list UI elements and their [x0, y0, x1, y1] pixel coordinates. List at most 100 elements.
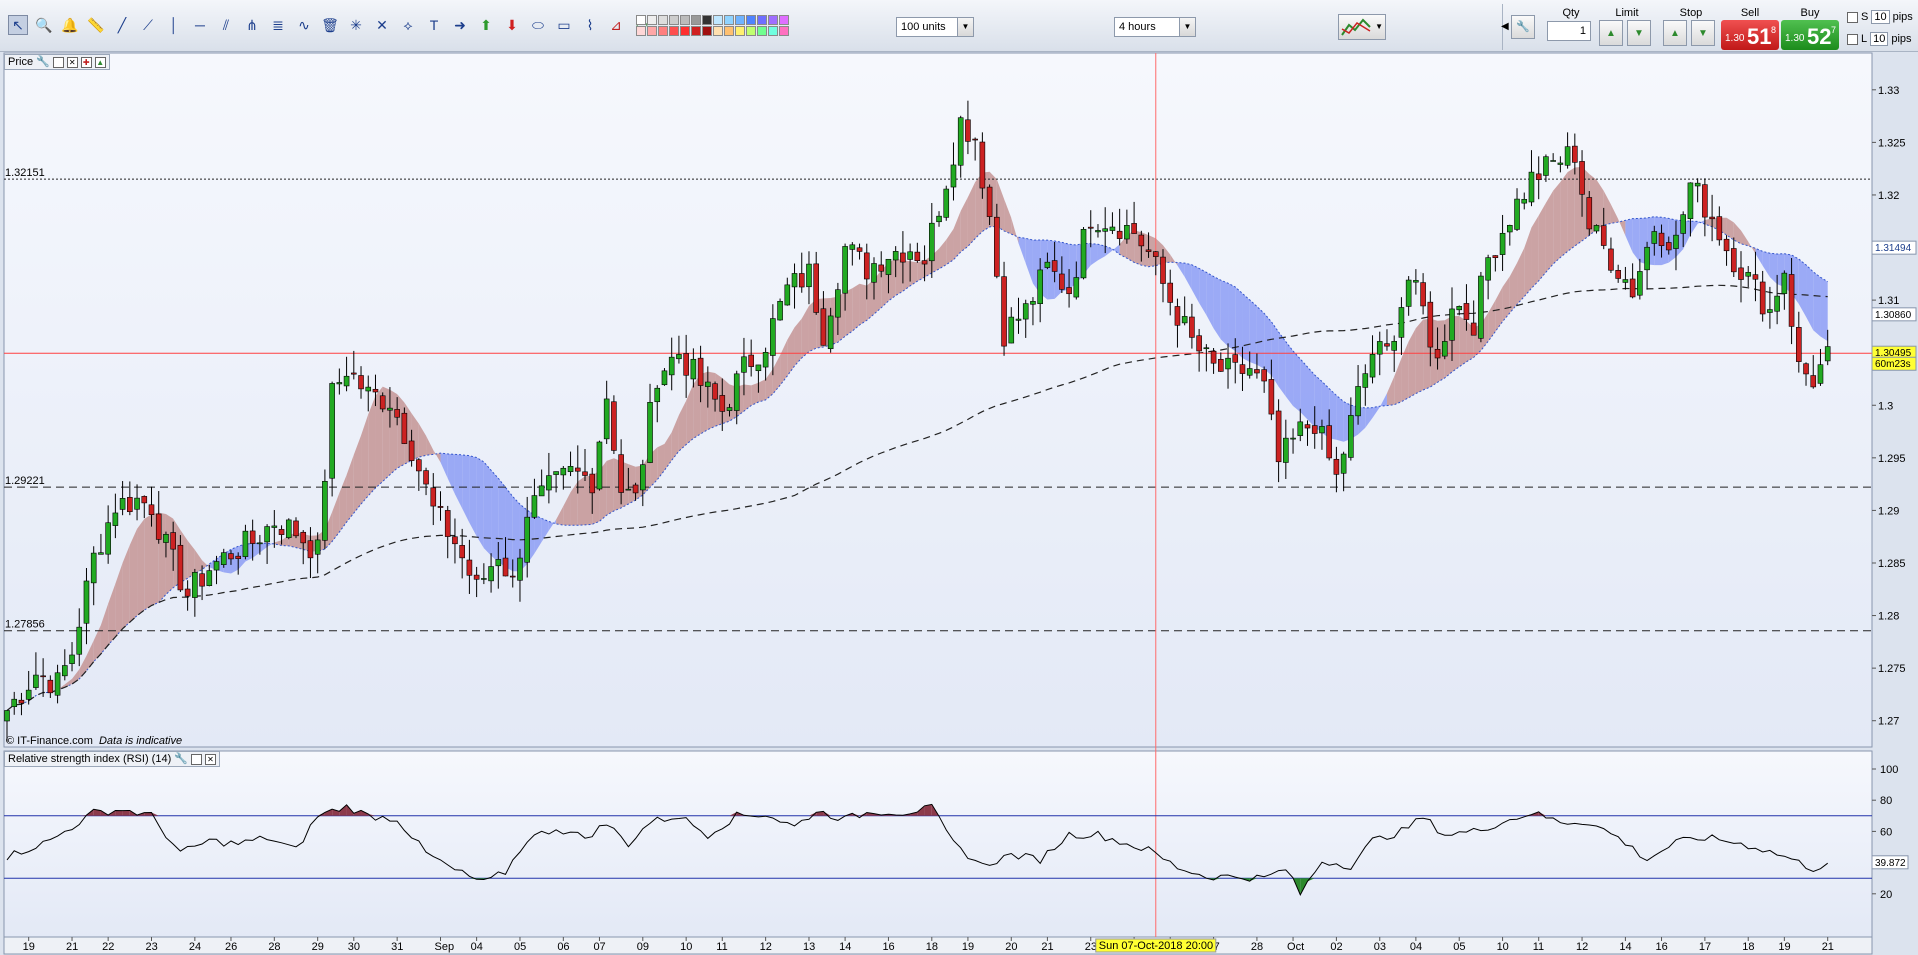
cloud-bull-segment — [852, 283, 860, 332]
color-swatch[interactable] — [724, 26, 734, 36]
cloud-bull-segment — [1531, 215, 1539, 289]
polyline-icon[interactable]: ⌇ — [580, 15, 600, 35]
chart-canvas[interactable]: 1.321511.292211.278561.331.3251.321.3151… — [0, 52, 1918, 955]
text-tool-icon[interactable]: T — [424, 15, 444, 35]
color-swatch[interactable] — [658, 26, 668, 36]
color-swatch[interactable] — [724, 15, 734, 25]
interval-select[interactable]: 4 hours ▼ — [1114, 17, 1196, 37]
wrench-icon[interactable]: 🔧 — [36, 55, 50, 69]
color-swatch[interactable] — [680, 26, 690, 36]
s-pips-input[interactable]: 10 — [1871, 10, 1890, 24]
x-tick-label: 19 — [23, 941, 35, 953]
color-swatch[interactable] — [636, 15, 646, 25]
color-swatch[interactable] — [735, 15, 745, 25]
color-swatch[interactable] — [669, 26, 679, 36]
qty-input[interactable] — [1547, 21, 1591, 41]
arrow-down-icon[interactable]: ⬇ — [502, 15, 522, 35]
limit-sell-button[interactable]: ▼ — [1627, 20, 1651, 46]
cloud-bear-segment — [476, 457, 484, 549]
elliott-wave-icon[interactable]: ∿ — [294, 15, 314, 35]
add-indicator-icon[interactable]: ✚ — [80, 56, 92, 68]
wrench-button[interactable]: 🔧 — [1511, 15, 1535, 39]
color-swatch[interactable] — [735, 26, 745, 36]
color-swatch[interactable] — [702, 26, 712, 36]
stop-sell-button[interactable]: ▼ — [1691, 20, 1715, 46]
color-swatch[interactable] — [768, 15, 778, 25]
candle-body — [1658, 232, 1665, 246]
color-palette[interactable] — [636, 15, 790, 37]
s-checkbox[interactable] — [1847, 11, 1858, 23]
sell-button[interactable]: 1.30 51 8 — [1721, 20, 1779, 50]
cloud-bear-segment — [483, 461, 492, 556]
candle-body — [986, 186, 993, 217]
channel-icon[interactable]: ⫽ — [216, 15, 236, 35]
maximize-icon[interactable] — [190, 753, 202, 765]
measure-icon[interactable]: ⊿ — [606, 15, 626, 35]
y-tick-label: 1.33 — [1878, 85, 1899, 97]
candle-body — [1232, 354, 1239, 363]
alert-bell-icon[interactable]: 🔔 — [60, 15, 80, 35]
arrow-right-icon[interactable]: ➜ — [450, 15, 470, 35]
s-pips-label: pips — [1892, 11, 1913, 23]
l-checkbox[interactable] — [1847, 33, 1858, 45]
l-pips-input[interactable]: 10 — [1870, 32, 1889, 46]
color-swatch[interactable] — [746, 15, 756, 25]
fibonacci-icon[interactable]: ≣ — [268, 15, 288, 35]
trade-panel: ◀ 🔧 Qty Limit ▲ ▼ Stop ▲ ▼ Sell 1.30 51 … — [1501, 4, 1918, 50]
color-swatch[interactable] — [669, 15, 679, 25]
candle-body — [33, 674, 39, 688]
stop-buy-button[interactable]: ▲ — [1663, 20, 1687, 46]
color-swatch[interactable] — [647, 15, 657, 25]
rectangle-icon[interactable]: ▭ — [554, 15, 574, 35]
candle-body — [83, 580, 90, 624]
move-up-icon[interactable]: ▲ — [94, 56, 106, 68]
trash-icon[interactable]: 🗑 — [320, 15, 340, 35]
color-swatch[interactable] — [647, 26, 657, 36]
cross-tools-icon[interactable]: ✕ — [372, 15, 392, 35]
buy-button[interactable]: 1.30 52 7 — [1781, 20, 1839, 50]
horizontal-line-icon[interactable]: ─ — [190, 15, 210, 35]
cloud-bull-segment — [165, 514, 174, 595]
close-icon[interactable]: ✕ — [204, 753, 216, 765]
candle-body — [408, 440, 415, 461]
vertical-line-icon[interactable]: │ — [164, 15, 184, 35]
pointer-icon[interactable]: ↖ — [8, 15, 28, 35]
gann-icon[interactable]: ✳ — [346, 15, 366, 35]
pitchfork-icon[interactable]: ⋔ — [242, 15, 262, 35]
chart-type-button[interactable]: ▼ — [1338, 14, 1386, 40]
color-swatch[interactable] — [713, 26, 723, 36]
candle-body — [1413, 280, 1419, 283]
maximize-icon[interactable] — [52, 56, 64, 68]
color-swatch[interactable] — [779, 26, 789, 36]
limit-buy-button[interactable]: ▲ — [1599, 20, 1623, 46]
color-swatch[interactable] — [757, 26, 767, 36]
color-swatch[interactable] — [779, 15, 789, 25]
color-swatch[interactable] — [757, 15, 767, 25]
color-swatch[interactable] — [658, 15, 668, 25]
color-swatch[interactable] — [691, 15, 701, 25]
units-select[interactable]: 100 units ▼ — [896, 17, 974, 37]
color-swatch[interactable] — [713, 15, 723, 25]
color-swatch[interactable] — [680, 15, 690, 25]
color-swatch[interactable] — [702, 15, 712, 25]
trend-line-icon[interactable]: ╱ — [112, 15, 132, 35]
ruler-icon[interactable]: 📏 — [86, 15, 106, 35]
candle-body — [1268, 379, 1275, 415]
fan-icon[interactable]: ⟡ — [398, 15, 418, 35]
color-swatch[interactable] — [768, 26, 778, 36]
candle-body — [791, 273, 798, 288]
candle-body — [748, 354, 754, 367]
wrench-icon[interactable]: 🔧 — [174, 752, 188, 766]
ellipse-icon[interactable]: ⬭ — [528, 15, 548, 35]
rsi-overbought-fill — [122, 810, 130, 816]
color-swatch[interactable] — [636, 26, 646, 36]
close-icon[interactable]: ✕ — [66, 56, 78, 68]
candle-body — [1218, 358, 1224, 372]
zoom-icon[interactable]: 🔍 — [34, 15, 54, 35]
arrow-up-icon[interactable]: ⬆ — [476, 15, 496, 35]
color-swatch[interactable] — [691, 26, 701, 36]
color-swatch[interactable] — [746, 26, 756, 36]
ray-line-icon[interactable]: ⟋ — [138, 15, 158, 35]
y-tick-label: 1.295 — [1878, 453, 1906, 465]
collapse-arrow-icon[interactable]: ◀ — [1501, 21, 1509, 32]
